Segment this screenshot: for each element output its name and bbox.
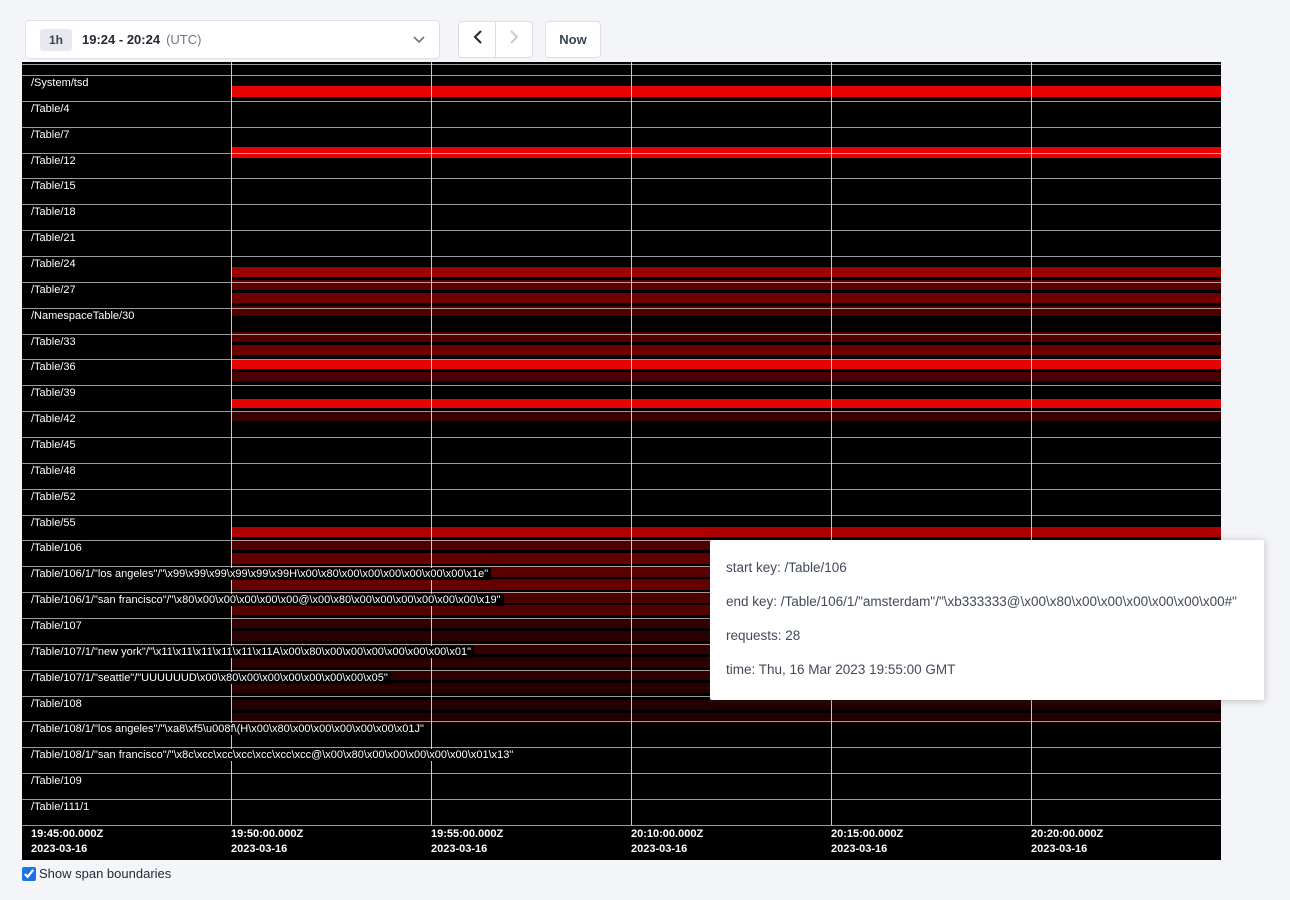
tooltip-end-key: end key: /Table/106/1/"amsterdam"/"\xb33… (726, 592, 1248, 612)
column-boundary-line (631, 62, 632, 825)
row-label: /Table/107/1/"seattle"/"UUUUUUD\x00\x80\… (31, 672, 391, 684)
span-boundary-line (22, 825, 1221, 826)
row-label: /Table/21 (31, 232, 79, 244)
x-axis-tick: 20:20:00.000Z2023-03-16 (1031, 827, 1103, 857)
heat-band (231, 267, 1221, 277)
span-boundary-line (22, 64, 1221, 65)
row-label: /Table/106 (31, 542, 85, 554)
heat-band (231, 700, 1221, 710)
span-boundary-line (22, 256, 1221, 257)
key-visualizer-page: 1h 19:24 - 20:24 (UTC) Now /System/tsd/T… (0, 0, 1290, 900)
column-boundary-line (431, 62, 432, 825)
time-range-selector[interactable]: 1h 19:24 - 20:24 (UTC) (25, 20, 440, 59)
span-boundary-line (22, 334, 1221, 335)
row-label: /Table/108 (31, 698, 85, 710)
row-label: /Table/12 (31, 155, 79, 167)
span-boundaries-control: Show span boundaries (22, 866, 171, 881)
row-label: /Table/33 (31, 336, 79, 348)
x-axis-tick: 19:55:00.000Z2023-03-16 (431, 827, 503, 857)
column-boundary-line (831, 62, 832, 825)
time-range-nav (458, 21, 533, 58)
row-label: /Table/108/1/"san francisco"/"\x8c\xcc\x… (31, 749, 516, 761)
chevron-right-icon (510, 30, 519, 49)
row-label: /Table/36 (31, 361, 79, 373)
row-label: /Table/45 (31, 439, 79, 451)
time-range-label: 19:24 - 20:24 (82, 32, 160, 47)
heat-band (231, 360, 1221, 369)
span-boundary-line (22, 75, 1221, 76)
row-label: /Table/18 (31, 206, 79, 218)
span-boundary-line (22, 773, 1221, 774)
span-boundary-line (22, 359, 1221, 360)
row-label: /Table/52 (31, 491, 79, 503)
row-label: /Table/27 (31, 284, 79, 296)
key-visualizer-canvas[interactable]: /System/tsd/Table/4/Table/7/Table/12/Tab… (22, 62, 1221, 860)
x-axis-tick: 20:10:00.000Z2023-03-16 (631, 827, 703, 857)
x-axis-tick: 19:50:00.000Z2023-03-16 (231, 827, 303, 857)
row-label: /Table/24 (31, 258, 79, 270)
row-label: /Table/109 (31, 775, 85, 787)
span-boundary-line (22, 515, 1221, 516)
span-boundary-line (22, 127, 1221, 128)
span-boundary-line (22, 463, 1221, 464)
now-button[interactable]: Now (545, 21, 601, 58)
span-boundary-line (22, 489, 1221, 490)
span-boundary-line (22, 437, 1221, 438)
tooltip-requests: requests: 28 (726, 626, 1248, 646)
tooltip-time: time: Thu, 16 Mar 2023 19:55:00 GMT (726, 660, 1248, 680)
next-range-button[interactable] (495, 21, 533, 58)
span-boundary-line (22, 178, 1221, 179)
heat-band (231, 372, 1221, 381)
row-label: /Table/15 (31, 180, 79, 192)
span-boundary-line (22, 282, 1221, 283)
span-boundary-line (22, 308, 1221, 309)
x-axis-tick: 20:15:00.000Z2023-03-16 (831, 827, 903, 857)
tooltip-start-key: start key: /Table/106 (726, 558, 1248, 578)
heat-band (231, 345, 1221, 355)
row-label: /System/tsd (31, 77, 91, 89)
row-label: /Table/7 (31, 129, 73, 141)
span-boundary-line (22, 230, 1221, 231)
show-span-boundaries-label: Show span boundaries (39, 866, 171, 881)
chevron-down-icon (413, 36, 425, 44)
row-label: /Table/106/1/"san francisco"/"\x80\x00\x… (31, 594, 504, 606)
row-label: /Table/107/1/"new york"/"\x11\x11\x11\x1… (31, 646, 474, 658)
span-boundary-line (22, 747, 1221, 748)
time-range-preset-badge: 1h (40, 29, 72, 51)
show-span-boundaries-checkbox[interactable] (22, 867, 36, 881)
span-boundary-line (22, 799, 1221, 800)
prev-range-button[interactable] (458, 21, 496, 58)
column-boundary-line (231, 62, 232, 825)
column-boundary-line (1031, 62, 1032, 825)
row-label: /Table/42 (31, 413, 79, 425)
span-boundary-line (22, 101, 1221, 102)
row-label: /Table/107 (31, 620, 85, 632)
heat-band (231, 399, 1221, 408)
row-label: /Table/48 (31, 465, 79, 477)
timezone-label: (UTC) (166, 32, 201, 47)
span-boundary-line (22, 204, 1221, 205)
span-boundary-line (22, 385, 1221, 386)
hover-tooltip: start key: /Table/106 end key: /Table/10… (710, 540, 1264, 700)
row-label: /Table/108/1/"los angeles"/"\xa8\xf5\u00… (31, 723, 427, 735)
row-label: /Table/39 (31, 387, 79, 399)
row-label: /Table/106/1/"los angeles"/"\x99\x99\x99… (31, 568, 491, 580)
heat-band (231, 86, 1221, 97)
row-label: /Table/4 (31, 103, 73, 115)
span-boundary-line (22, 721, 1221, 722)
x-axis-tick: 19:45:00.000Z2023-03-16 (31, 827, 103, 857)
row-label: /Table/55 (31, 517, 79, 529)
chevron-left-icon (473, 30, 482, 49)
span-boundary-line (22, 153, 1221, 154)
row-label: /Table/111/1 (31, 801, 92, 813)
span-boundary-line (22, 411, 1221, 412)
heat-band (231, 293, 1221, 303)
heat-band (231, 412, 1221, 421)
row-label: /NamespaceTable/30 (31, 310, 137, 322)
heat-band (231, 527, 1221, 537)
